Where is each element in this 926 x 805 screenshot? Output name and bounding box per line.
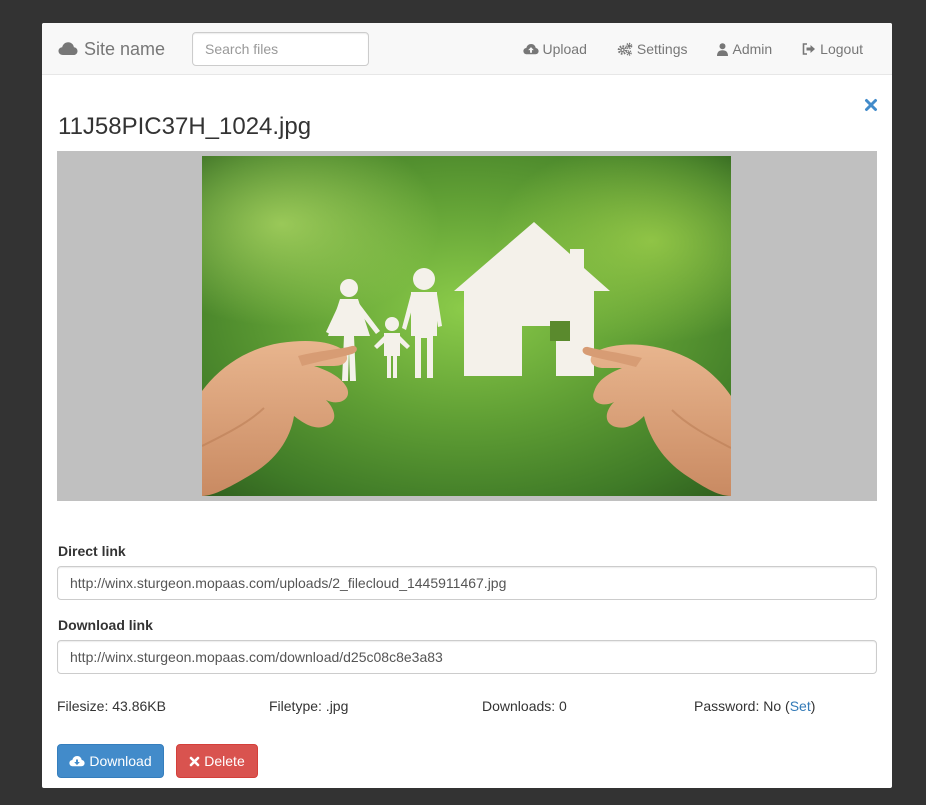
download-link-field[interactable]: http://winx.sturgeon.mopaas.com/download… bbox=[57, 640, 877, 674]
file-title: 11J58PIC37H_1024.jpg bbox=[58, 113, 312, 140]
download-button[interactable]: Download bbox=[57, 744, 164, 778]
delete-button[interactable]: Delete bbox=[176, 744, 258, 778]
password-prefix: Password: No ( bbox=[694, 698, 790, 714]
filesize-info: Filesize: 43.86KB bbox=[57, 698, 166, 714]
file-modal: Site name Upload bbox=[42, 23, 892, 788]
gears-icon bbox=[617, 42, 633, 56]
cloud-upload-icon bbox=[522, 43, 539, 54]
cloud-icon bbox=[58, 42, 78, 55]
search-input[interactable] bbox=[192, 32, 369, 66]
filetype-info: Filetype: .jpg bbox=[269, 698, 349, 714]
nav-settings[interactable]: Settings bbox=[602, 23, 703, 75]
download-link-label: Download link bbox=[58, 617, 153, 633]
direct-link-field[interactable]: http://winx.sturgeon.mopaas.com/uploads/… bbox=[57, 566, 877, 600]
logout-icon bbox=[802, 43, 816, 55]
nav-upload[interactable]: Upload bbox=[508, 23, 602, 75]
password-info: Password: No (Set) bbox=[694, 698, 815, 714]
navbar: Site name Upload bbox=[42, 23, 892, 75]
nav-upload-label: Upload bbox=[542, 41, 587, 57]
preview-image[interactable] bbox=[202, 156, 731, 496]
nav-settings-label: Settings bbox=[636, 41, 688, 57]
direct-link-label: Direct link bbox=[58, 543, 126, 559]
nav-menu: Upload Settings Admin Logout bbox=[508, 23, 878, 75]
nav-logout[interactable]: Logout bbox=[787, 23, 878, 75]
cloud-download-icon bbox=[69, 755, 85, 766]
user-icon bbox=[717, 42, 729, 56]
close-icon[interactable] bbox=[864, 98, 878, 112]
nav-logout-label: Logout bbox=[820, 41, 863, 57]
site-brand[interactable]: Site name bbox=[58, 37, 165, 61]
nav-admin-label: Admin bbox=[732, 41, 773, 57]
image-preview bbox=[57, 151, 877, 501]
set-password-link[interactable]: Set bbox=[790, 698, 811, 714]
nav-admin[interactable]: Admin bbox=[702, 23, 787, 75]
password-suffix: ) bbox=[810, 698, 816, 714]
downloads-info: Downloads: 0 bbox=[482, 698, 567, 714]
times-icon bbox=[189, 756, 200, 766]
delete-button-label: Delete bbox=[204, 753, 245, 769]
file-info-row: Filesize: 43.86KB Filetype: .jpg Downloa… bbox=[57, 698, 877, 718]
download-button-label: Download bbox=[89, 753, 152, 769]
brand-name: Site name bbox=[84, 39, 166, 59]
